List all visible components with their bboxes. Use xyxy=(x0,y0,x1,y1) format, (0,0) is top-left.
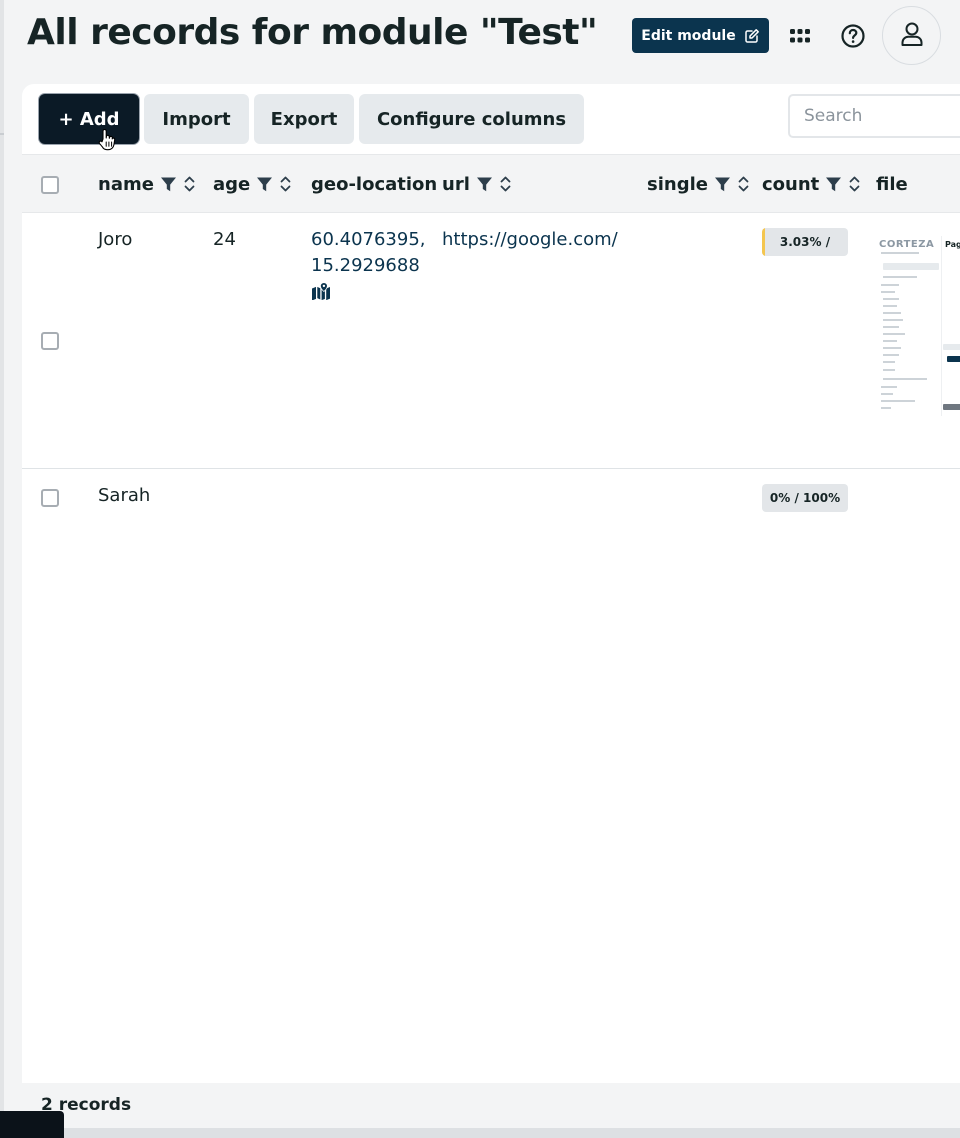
row-checkbox[interactable] xyxy=(41,489,59,507)
thumbnail-line xyxy=(883,305,897,307)
cell-geo-location: 60.4076395, 15.2929688 xyxy=(311,227,426,308)
apps-grid-icon[interactable] xyxy=(786,22,814,50)
thumbnail-line xyxy=(883,312,901,314)
column-label-age[interactable]: age xyxy=(213,174,250,195)
thumbnail-line xyxy=(883,298,899,300)
thumbnail-line xyxy=(883,276,917,278)
records-card: + Add Import Export Configure columns na… xyxy=(22,84,960,1138)
thumbnail-logo: CORTEZA xyxy=(879,239,935,250)
column-header-single: single xyxy=(647,171,749,197)
column-header-url: url xyxy=(442,171,511,197)
column-label-url[interactable]: url xyxy=(442,174,470,195)
thumbnail-line xyxy=(883,319,903,321)
filter-icon[interactable] xyxy=(714,176,731,193)
thumbnail-line xyxy=(883,340,897,342)
map-icon[interactable] xyxy=(311,282,426,308)
sort-icon[interactable] xyxy=(849,175,860,193)
column-label-geo-location[interactable]: geo-location xyxy=(311,174,437,195)
filter-icon[interactable] xyxy=(476,176,493,193)
thumbnail-line xyxy=(881,284,899,286)
bottom-overlay xyxy=(0,1111,64,1138)
page-title: All records for module "Test" xyxy=(27,12,598,53)
thumbnail-line xyxy=(881,291,895,293)
configure-columns-button[interactable]: Configure columns xyxy=(359,94,584,144)
column-header-geo-location: geo-location xyxy=(311,171,437,197)
sort-icon[interactable] xyxy=(500,175,511,193)
filter-icon[interactable] xyxy=(825,176,842,193)
filter-icon[interactable] xyxy=(256,176,273,193)
column-label-count[interactable]: count xyxy=(762,174,819,195)
sort-icon[interactable] xyxy=(738,175,749,193)
user-menu-button[interactable] xyxy=(882,6,941,65)
left-edge xyxy=(0,0,4,1138)
table-row[interactable]: Joro 24 60.4076395, 15.2929688 https://g… xyxy=(22,214,960,469)
cell-name: Sarah xyxy=(98,485,151,506)
thumbnail-title: Page xyxy=(945,240,960,249)
search-input[interactable] xyxy=(788,94,960,138)
thumbnail-sidebar: CORTEZA xyxy=(877,236,942,416)
thumbnail-button xyxy=(883,263,939,270)
edit-module-label: Edit module xyxy=(641,27,736,44)
row-checkbox[interactable] xyxy=(41,332,59,350)
thumbnail-line xyxy=(883,333,905,335)
column-header-file: file xyxy=(876,171,908,197)
left-edge-mark xyxy=(0,133,4,135)
column-label-single[interactable]: single xyxy=(647,174,708,195)
column-header-count: count xyxy=(762,171,860,197)
sort-icon[interactable] xyxy=(184,175,195,193)
thumbnail-line xyxy=(881,393,893,395)
thumbnail-line xyxy=(881,407,891,409)
thumbnail-line xyxy=(883,347,901,349)
file-thumbnail[interactable]: CORTEZA Pag xyxy=(877,236,960,416)
thumbnail-line xyxy=(881,400,915,402)
geo-longitude: 15.2929688 xyxy=(311,255,420,276)
thumbnail-line xyxy=(883,326,899,328)
add-button[interactable]: + Add xyxy=(39,94,139,144)
column-header-age: age xyxy=(213,171,291,197)
thumbnail-line xyxy=(883,378,927,380)
progress-label: 0% / 100% xyxy=(769,491,841,505)
sort-icon[interactable] xyxy=(280,175,291,193)
thumbnail-line xyxy=(883,361,895,363)
user-icon xyxy=(900,21,924,51)
filter-icon[interactable] xyxy=(160,176,177,193)
import-button[interactable]: Import xyxy=(144,94,249,144)
geo-latitude: 60.4076395, xyxy=(311,229,426,250)
count-progress-bar: 0% / 100% xyxy=(762,484,848,512)
cell-age: 24 xyxy=(213,229,236,250)
column-label-name[interactable]: name xyxy=(98,174,154,195)
thumbnail-block xyxy=(943,404,960,410)
help-icon[interactable] xyxy=(838,21,868,51)
table-row[interactable]: Sarah 0% / 100% xyxy=(22,470,960,550)
bottom-scrollbar[interactable] xyxy=(0,1128,960,1138)
export-button[interactable]: Export xyxy=(254,94,354,144)
column-label-file[interactable]: file xyxy=(876,174,908,195)
select-all-checkbox[interactable] xyxy=(41,176,59,194)
table-header: name age geo-location url single count f… xyxy=(22,154,960,213)
thumbnail-line xyxy=(881,386,897,388)
edit-icon xyxy=(744,28,760,44)
count-progress-bar: 3.03% / 100% xyxy=(762,228,848,256)
thumbnail-line xyxy=(883,354,899,356)
edit-module-button[interactable]: Edit module xyxy=(632,18,769,53)
cell-name: Joro xyxy=(98,229,133,250)
column-header-name: name xyxy=(98,171,195,197)
thumbnail-block xyxy=(947,356,960,362)
cell-url-link[interactable]: https://google.com/ xyxy=(442,229,618,250)
thumbnail-line xyxy=(883,369,895,371)
thumbnail-block xyxy=(943,344,960,350)
thumbnail-line xyxy=(881,252,919,254)
progress-label: 3.03% / 100% xyxy=(779,235,831,249)
